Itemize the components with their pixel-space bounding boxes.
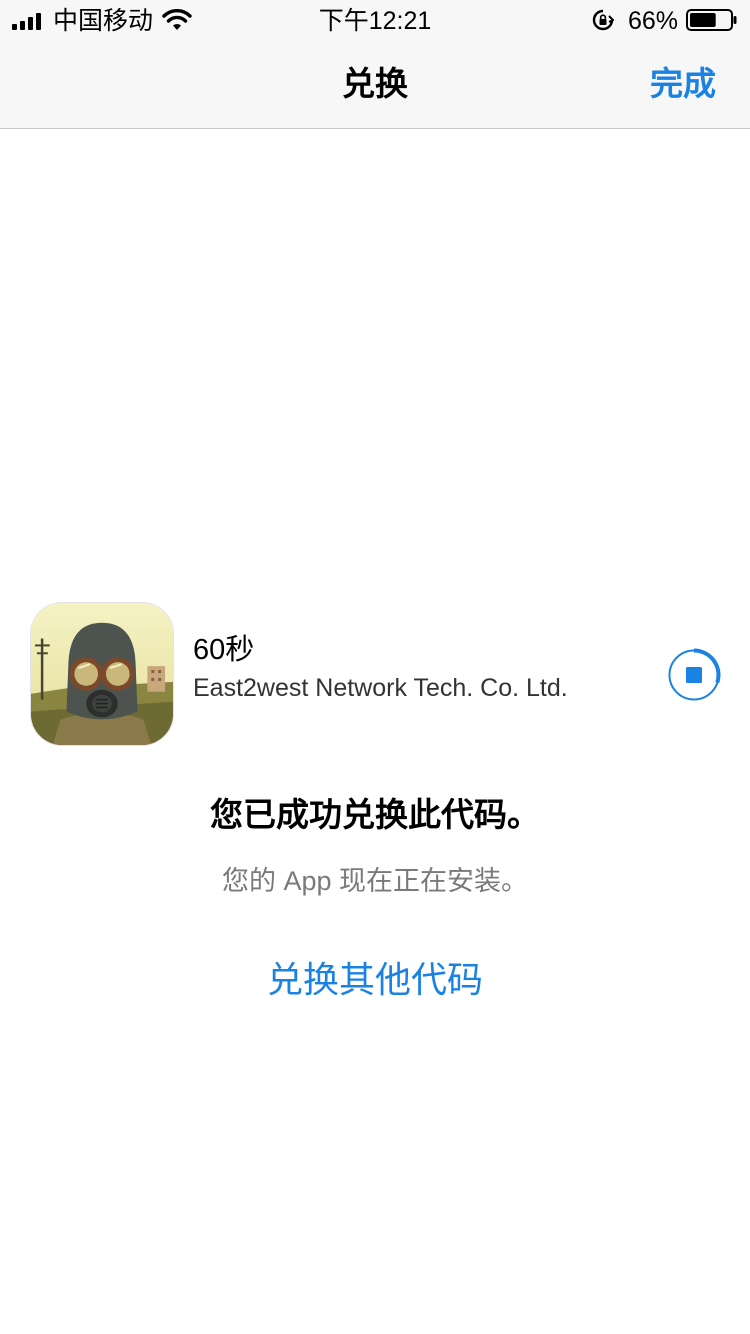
- status-bar: 中国移动 下午12:21 66%: [0, 0, 750, 40]
- success-subtitle: 您的 App 现在正在安装。: [221, 866, 529, 896]
- page-title: 兑换: [342, 65, 408, 102]
- success-title: 您已成功兑换此代码。: [210, 796, 540, 833]
- stop-icon: [686, 667, 702, 683]
- stop-download-button[interactable]: [667, 648, 721, 702]
- app-icon: [30, 602, 174, 746]
- app-name: 60秒: [193, 634, 255, 666]
- app-developer: East2west Network Tech. Co. Ltd.: [193, 674, 568, 702]
- nav-bar: 兑换 完成: [0, 40, 750, 129]
- battery-icon: [686, 9, 737, 31]
- screen: 中国移动 下午12:21 66% 兑换 完成 60秒 East2west Net…: [0, 0, 750, 1334]
- app-row: 60秒 East2west Network Tech. Co. Ltd.: [0, 600, 750, 748]
- redeem-other-code-link[interactable]: 兑换其他代码: [0, 958, 750, 1002]
- done-button[interactable]: 完成: [650, 64, 716, 104]
- rotation-lock-icon: [592, 9, 614, 31]
- battery-percent: 66%: [628, 7, 679, 35]
